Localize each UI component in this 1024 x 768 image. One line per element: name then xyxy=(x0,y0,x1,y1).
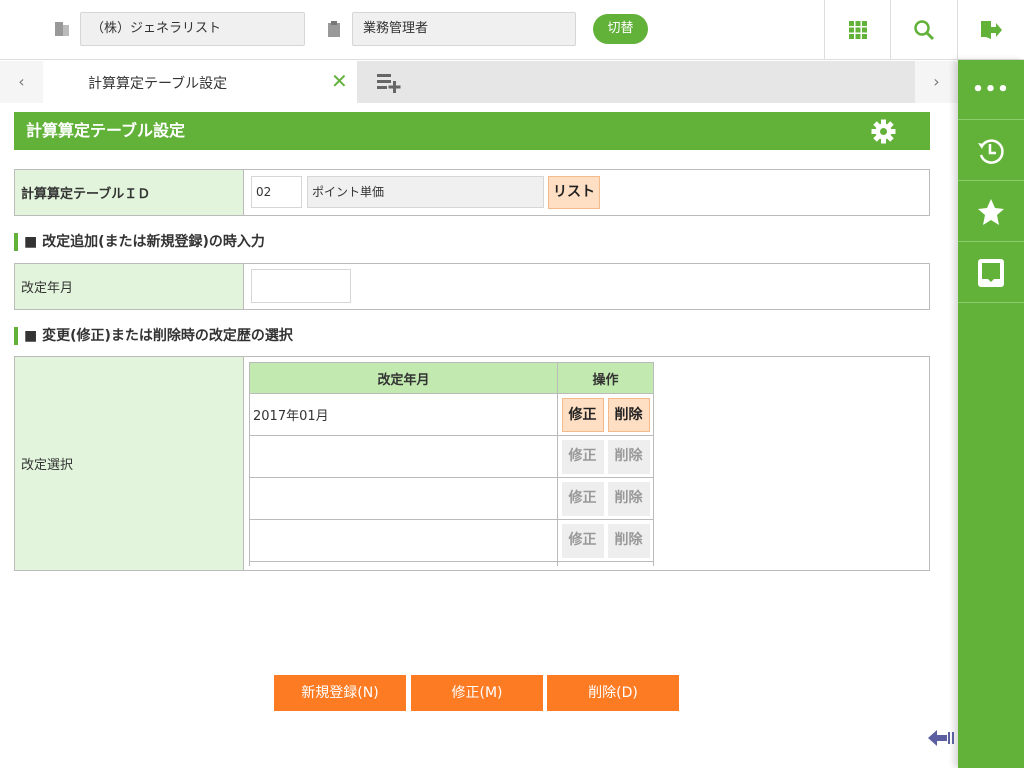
revision-select-row: 改定選択 改定年月 操作 2017年01月 修正 削除 修正 削除 修正 削除 … xyxy=(14,356,930,571)
more-icon: ••• xyxy=(972,79,1010,100)
row-delete-button[interactable]: 削除 xyxy=(607,523,650,558)
add-tab-icon[interactable] xyxy=(377,73,403,93)
history-button[interactable] xyxy=(958,121,1024,181)
delete-button[interactable]: 削除(D) xyxy=(547,675,679,711)
tab-scroll-left[interactable]: ‹ xyxy=(0,61,43,103)
search-icon xyxy=(913,20,934,41)
table-row: 修正 削除 xyxy=(249,435,654,478)
page-title: 計算算定テーブル設定 xyxy=(14,112,930,150)
right-sidebar: ••• xyxy=(958,60,1024,768)
clipboard-icon xyxy=(328,21,340,37)
inbox-button[interactable] xyxy=(958,243,1024,303)
favorites-button[interactable] xyxy=(958,182,1024,242)
row-edit-button[interactable]: 修正 xyxy=(561,439,604,474)
revision-input[interactable] xyxy=(251,269,351,303)
company-icon xyxy=(55,22,69,36)
revision-date-cell xyxy=(249,477,558,520)
top-header: （株）ジェネラリスト 業務管理者 切替 xyxy=(0,0,1024,60)
tab-scroll-right[interactable]: › xyxy=(915,61,958,103)
close-tab-icon[interactable]: ✕ xyxy=(331,69,348,93)
revision-label: 改定年月 xyxy=(15,264,244,309)
table-id-label: 計算算定テーブルＩＤ xyxy=(15,170,244,215)
tab-bar: ‹ 計算算定テーブル設定 ✕ › xyxy=(0,61,958,103)
table-row: 修正 削除 xyxy=(249,477,654,520)
star-icon xyxy=(978,198,1004,225)
row-delete-button[interactable] xyxy=(607,565,650,566)
table-row: 2017年01月 修正 削除 xyxy=(249,393,654,436)
settings-gear-icon[interactable] xyxy=(871,119,896,144)
tab-active[interactable]: 計算算定テーブル設定 ✕ xyxy=(43,61,357,103)
logout-button[interactable] xyxy=(957,0,1023,60)
revision-date-cell xyxy=(249,435,558,478)
row-delete-button[interactable]: 削除 xyxy=(607,481,650,516)
tab-label: 計算算定テーブル設定 xyxy=(88,76,228,92)
table-name-field: ポイント単価 xyxy=(307,176,544,208)
role-field[interactable]: 業務管理者 xyxy=(352,12,576,46)
row-delete-button[interactable]: 削除 xyxy=(607,439,650,474)
grid-icon xyxy=(848,21,867,39)
table-id-row: 計算算定テーブルＩＤ 02 ポイント単価 リスト xyxy=(14,169,930,216)
row-edit-button[interactable]: 修正 xyxy=(561,481,604,516)
row-edit-button[interactable] xyxy=(561,565,604,566)
collapse-arrow-icon[interactable] xyxy=(928,728,956,748)
section-heading-add: ■ 改定追加(または新規登録)の時入力 xyxy=(14,233,265,251)
more-button[interactable]: ••• xyxy=(958,60,1024,120)
logout-icon xyxy=(980,21,1002,39)
history-icon xyxy=(978,138,1004,164)
row-edit-button[interactable]: 修正 xyxy=(561,523,604,558)
revision-date-cell xyxy=(249,561,558,566)
table-row xyxy=(249,561,654,566)
row-edit-button[interactable]: 修正 xyxy=(561,397,604,432)
col-header-ops: 操作 xyxy=(557,362,654,394)
search-button[interactable] xyxy=(890,0,956,60)
table-id-input[interactable]: 02 xyxy=(251,176,302,208)
revision-date-cell xyxy=(249,519,558,562)
col-header-date: 改定年月 xyxy=(249,362,558,394)
table-row: 修正 削除 xyxy=(249,519,654,562)
revision-date-cell: 2017年01月 xyxy=(249,393,558,436)
new-register-button[interactable]: 新規登録(N) xyxy=(274,675,406,711)
inbox-icon xyxy=(978,258,1004,287)
revision-grid[interactable]: 改定年月 操作 2017年01月 修正 削除 修正 削除 修正 削除 修正 削除 xyxy=(249,362,655,566)
revision-select-label: 改定選択 xyxy=(15,357,244,570)
row-delete-button[interactable]: 削除 xyxy=(607,397,650,432)
apps-button[interactable] xyxy=(824,0,890,60)
edit-button[interactable]: 修正(M) xyxy=(411,675,543,711)
company-field[interactable]: （株）ジェネラリスト xyxy=(80,12,305,46)
section-heading-select: ■ 変更(修正)または削除時の改定歴の選択 xyxy=(14,327,293,345)
revision-row: 改定年月 xyxy=(14,263,930,310)
switch-button[interactable]: 切替 xyxy=(593,14,648,44)
list-button[interactable]: リスト xyxy=(548,176,600,209)
